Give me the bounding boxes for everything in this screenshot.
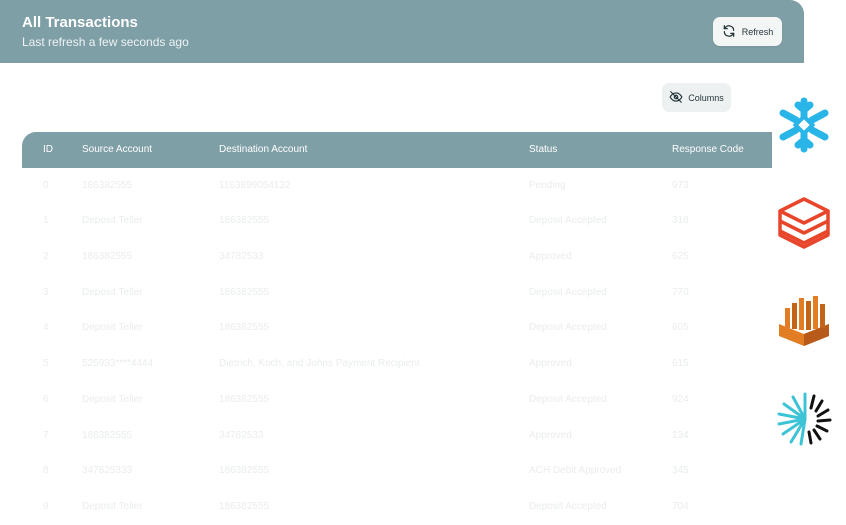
column-header-response-code[interactable]: Response Code — [672, 144, 744, 155]
cell-source: 347825333 — [82, 465, 133, 476]
databricks-logo-icon — [777, 195, 831, 256]
table-header: ID Source Account Destination Account St… — [22, 132, 792, 168]
cell-status: Deposit Accepted — [529, 215, 607, 226]
cell-id: 2 — [43, 251, 49, 262]
cell-status: ACH Debit Approved — [529, 465, 622, 476]
refresh-icon — [722, 24, 736, 40]
cell-id: 3 — [43, 287, 49, 298]
cell-id: 1 — [43, 215, 49, 226]
columns-button[interactable]: Columns — [662, 83, 731, 112]
cell-response-code: 704 — [672, 501, 689, 512]
table-row[interactable]: 4 Deposit Teller 186382555 Deposit Accep… — [22, 322, 782, 342]
cell-response-code: 605 — [672, 322, 689, 333]
cell-source: 525933****4444 — [82, 358, 154, 369]
cell-response-code: 134 — [672, 430, 689, 441]
cell-status: Approved — [529, 358, 572, 369]
cell-response-code: 615 — [672, 358, 689, 369]
column-header-id[interactable]: ID — [43, 144, 53, 155]
snowflake-logo-icon — [775, 96, 833, 159]
column-header-source[interactable]: Source Account — [82, 144, 152, 155]
cell-source: 186382555 — [82, 180, 133, 191]
cell-status: Deposit Accepted — [529, 322, 607, 333]
table-row[interactable]: 3 Deposit Teller 186382555 Deposit Accep… — [22, 287, 782, 307]
cell-destination: 186382555 — [219, 322, 270, 333]
cell-source: 186382555 — [82, 430, 133, 441]
cell-id: 8 — [43, 465, 49, 476]
cell-source: 186382555 — [82, 251, 133, 262]
cell-response-code: 924 — [672, 394, 689, 405]
cell-source: Deposit Teller — [82, 322, 143, 333]
table-row[interactable]: 0 186382555 1163899054132 Pending 973 — [22, 180, 782, 200]
cell-destination: 186382555 — [219, 501, 270, 512]
cell-status: Deposit Accepted — [529, 501, 607, 512]
cell-status: Approved — [529, 430, 572, 441]
cell-status: Deposit Accepted — [529, 394, 607, 405]
columns-label: Columns — [688, 92, 724, 103]
cell-destination: 186382555 — [219, 215, 270, 226]
cell-response-code: 318 — [672, 215, 689, 226]
cell-destination: 34782533 — [219, 251, 264, 262]
cell-id: 6 — [43, 394, 49, 405]
aws-redshift-logo-icon — [777, 294, 831, 353]
table-row[interactable]: 5 525933****4444 Dietrich, Koch, and Joh… — [22, 358, 782, 378]
cell-status: Pending — [529, 180, 566, 191]
starburst-logo-icon — [776, 390, 834, 453]
cell-response-code: 345 — [672, 465, 689, 476]
table-row[interactable]: 1 Deposit Teller 186382555 Deposit Accep… — [22, 215, 782, 235]
page-header: All Transactions Last refresh a few seco… — [0, 0, 804, 63]
column-header-destination[interactable]: Destination Account — [219, 144, 307, 155]
cell-destination: 34782533 — [219, 430, 264, 441]
cell-id: 9 — [43, 501, 49, 512]
cell-response-code: 973 — [672, 180, 689, 191]
refresh-button[interactable]: Refresh — [713, 17, 782, 46]
cell-source: Deposit Teller — [82, 501, 143, 512]
table-row[interactable]: 8 347825333 186382555 ACH Debit Approved… — [22, 465, 782, 485]
last-refresh-text: Last refresh a few seconds ago — [22, 35, 189, 49]
table-row[interactable]: 9 Deposit Teller 186382555 Deposit Accep… — [22, 501, 782, 521]
cell-destination: 186382555 — [219, 287, 270, 298]
cell-status: Deposit Accepted — [529, 287, 607, 298]
page-title: All Transactions — [22, 14, 138, 31]
cell-id: 5 — [43, 358, 49, 369]
column-header-status[interactable]: Status — [529, 144, 557, 155]
table-row[interactable]: 6 Deposit Teller 186382555 Deposit Accep… — [22, 394, 782, 414]
cell-source: Deposit Teller — [82, 215, 143, 226]
cell-id: 7 — [43, 430, 49, 441]
cell-response-code: 625 — [672, 251, 689, 262]
cell-source: Deposit Teller — [82, 287, 143, 298]
cell-destination: 186382555 — [219, 465, 270, 476]
cell-id: 0 — [43, 180, 49, 191]
cell-response-code: 770 — [672, 287, 689, 298]
cell-destination: 1163899054132 — [219, 180, 291, 191]
table-row[interactable]: 7 186382555 34782533 Approved 134 — [22, 430, 782, 450]
cell-destination: 186382555 — [219, 394, 270, 405]
cell-destination: Dietrich, Koch, and Johns Payment Recipi… — [219, 358, 420, 369]
cell-id: 4 — [43, 322, 49, 333]
refresh-label: Refresh — [741, 26, 774, 37]
table-row[interactable]: 2 186382555 34782533 Approved 625 — [22, 251, 782, 271]
eye-off-icon — [669, 90, 683, 106]
cell-status: Approved — [529, 251, 572, 262]
cell-source: Deposit Teller — [82, 394, 143, 405]
